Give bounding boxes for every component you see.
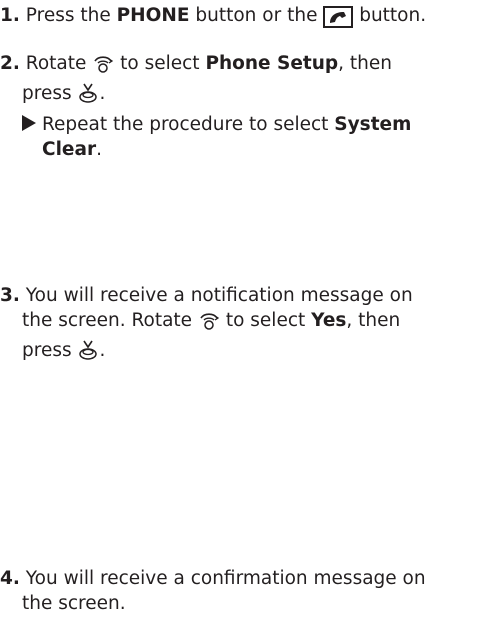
phone-button-label: PHONE	[116, 5, 190, 26]
step-text: You will receive a confirmation message …	[25, 568, 426, 589]
step-text: press	[22, 83, 78, 104]
step-text: , then	[338, 53, 393, 74]
step-3: 3. You will receive a notification messa…	[0, 283, 479, 368]
step-2: 2. Rotate to select Phone Setup, then pr…	[0, 51, 479, 162]
step-text: to select	[114, 53, 206, 74]
step-4: 4. You will receive a confirmation messa…	[0, 566, 479, 616]
step-text: You will receive a notification message …	[25, 285, 413, 306]
sub-step-arrow-icon	[22, 115, 36, 131]
selector-knob-press-icon	[77, 339, 99, 368]
sub-step-text: Repeat the procedure to select	[42, 114, 335, 135]
step-text: button or the	[189, 5, 324, 26]
step-text: to select	[219, 310, 312, 331]
step-text: the screen.	[22, 593, 126, 614]
selector-knob-rotate-icon	[198, 311, 220, 338]
step-number: 3.	[0, 285, 20, 306]
step-text: .	[99, 340, 106, 361]
step-text: the screen. Rotate	[22, 310, 198, 331]
step-text: button.	[353, 5, 427, 26]
selector-knob-rotate-icon	[92, 54, 114, 81]
sub-step-text: .	[96, 139, 102, 160]
menu-item-label: Clear	[42, 139, 97, 160]
menu-item-label: System	[334, 114, 412, 135]
step-text: press	[22, 340, 78, 361]
step-text: Rotate	[25, 53, 93, 74]
step-1: 1. Press the PHONE button or the button.	[0, 3, 479, 28]
step-text: .	[99, 83, 106, 104]
step-number: 4.	[0, 568, 20, 589]
phone-handset-icon	[323, 6, 354, 28]
step-number: 2.	[0, 53, 20, 74]
selector-knob-press-icon	[77, 82, 99, 111]
step-number: 1.	[0, 5, 20, 26]
step-text: Press the	[25, 5, 117, 26]
option-label: Yes	[311, 310, 347, 331]
menu-item-label: Phone Setup	[205, 53, 339, 74]
step-text: , then	[346, 310, 401, 331]
